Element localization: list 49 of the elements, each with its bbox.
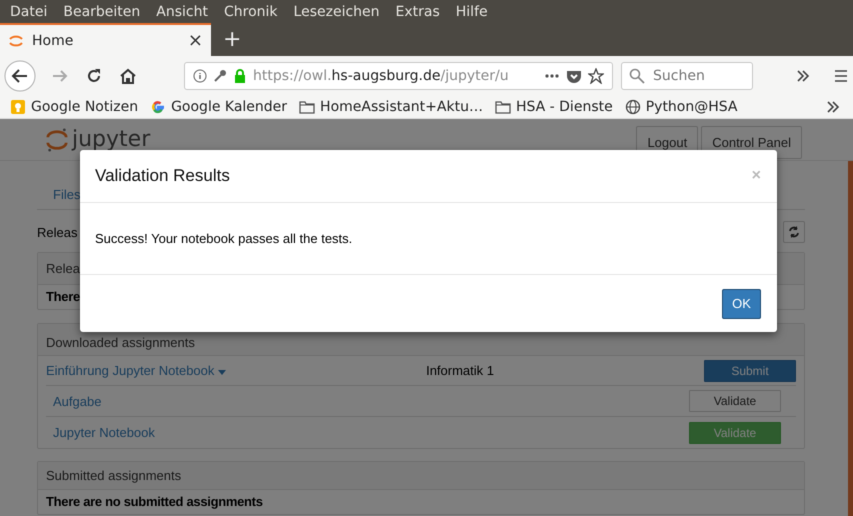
search-field[interactable]: Suchen (621, 62, 753, 90)
menu-item[interactable]: Bearbeiten (55, 4, 148, 20)
new-tab-button[interactable]: + (211, 23, 254, 56)
pocket-icon[interactable] (566, 68, 582, 84)
bookmark-item[interactable]: HSA - Dienste (494, 99, 613, 115)
panel-message: There (46, 289, 80, 304)
browser-tab[interactable]: Home × (0, 23, 211, 56)
menu-item[interactable]: Lesezeichen (286, 4, 388, 20)
jupyter-icon (8, 32, 24, 48)
logo-text: jupyter (72, 127, 150, 152)
menu-item[interactable]: Hilfe (448, 4, 496, 20)
menu-icon[interactable] (833, 68, 849, 84)
globe-icon (624, 99, 641, 115)
menu-item[interactable]: Datei (2, 4, 56, 20)
g-logo-icon (150, 99, 166, 115)
tab-title: Home (32, 32, 74, 48)
caret-icon (218, 370, 226, 375)
star-icon[interactable] (588, 68, 604, 84)
chevron-double-icon[interactable] (795, 68, 811, 84)
refresh-button[interactable] (783, 221, 805, 243)
ok-button[interactable]: OK (722, 288, 761, 318)
panel-heading: Submitted assignments (38, 462, 804, 490)
panel-message: There are no submitted assignments (46, 494, 263, 509)
lock-icon (233, 69, 247, 83)
menu-item[interactable]: Extras (388, 4, 448, 20)
close-icon[interactable]: × (188, 30, 203, 51)
refresh-icon (788, 226, 800, 238)
info-icon (193, 69, 207, 83)
address-bar[interactable]: https://owl.hs-augsburg.de/jupyter/u (184, 62, 613, 90)
bookmark-item[interactable]: HomeAssistant+Aktu… (299, 99, 483, 115)
section-label: Releas (37, 224, 78, 240)
validate-button[interactable]: Validate (689, 390, 781, 412)
bookmark-item[interactable]: Google Kalender (150, 99, 288, 115)
chevron-double-icon[interactable] (825, 99, 841, 115)
folder-icon (494, 99, 511, 115)
back-button[interactable] (4, 60, 36, 92)
lightbulb-icon (10, 99, 26, 115)
bookmark-item[interactable]: Python@HSA (624, 99, 738, 115)
folder-icon (299, 99, 316, 115)
modal-title: Validation Results (95, 166, 230, 186)
url-text: https://owl.hs-augsburg.de/jupyter/u (253, 68, 510, 84)
menu-item[interactable]: Chronik (216, 4, 286, 20)
course-id: Informatik 1 (426, 363, 494, 378)
jupyter-logo-icon (46, 126, 68, 154)
modal-message: Success! Your notebook passes all the tests. (95, 231, 352, 246)
home-icon[interactable] (118, 66, 138, 86)
bookmark-item[interactable]: Google Notizen (10, 99, 138, 115)
search-icon (629, 68, 645, 84)
menu-item[interactable]: Ansicht (148, 4, 216, 20)
